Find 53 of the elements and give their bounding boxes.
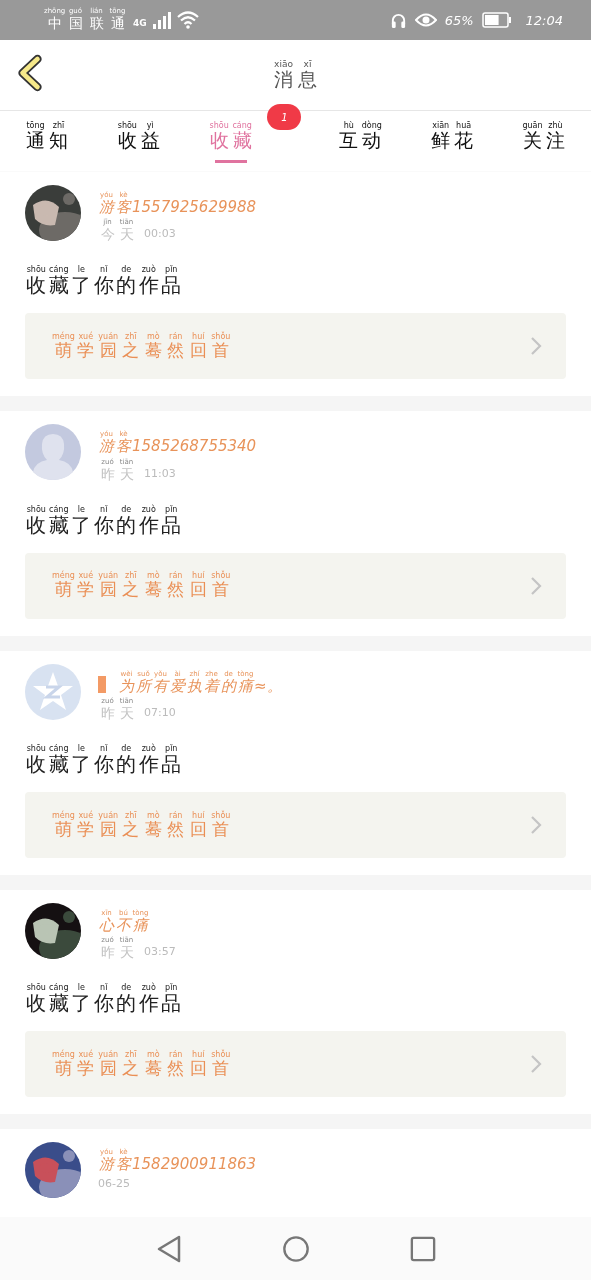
- headphones-icon: [389, 11, 407, 29]
- message-time: 06-25: [98, 1176, 130, 1190]
- day-label: 昨天: [99, 465, 135, 482]
- pinyin-line: xiāo xī: [273, 59, 313, 69]
- work-link[interactable]: méng xué yuán zhī mò rán huí shǒu 萌学园之蓦然回首: [25, 313, 566, 380]
- chevron-icon: [530, 336, 542, 357]
- tab[interactable]: tōng zhī 通知: [20, 111, 74, 171]
- pinyin-line: shōu cáng le nǐ de zuò pǐn: [25, 265, 179, 275]
- pinyin-line: shōu cáng le nǐ de zuò pǐn: [25, 504, 179, 514]
- user-name[interactable]: 为所有爱执着的痛≈。: [118, 677, 282, 695]
- signal-icon: [151, 11, 172, 29]
- network-type: 4G: [133, 18, 147, 29]
- wifi-icon: [176, 11, 199, 29]
- tab[interactable]: xiān huā 鲜花: [425, 111, 480, 171]
- message-time: 03:57: [144, 945, 176, 959]
- count-badge: 1: [267, 104, 302, 130]
- home-icon[interactable]: [281, 1234, 310, 1263]
- message-text: 收藏了你的作品: [25, 992, 183, 1016]
- work-link[interactable]: méng xué yuán zhī mò rán huí shǒu 萌学园之蓦然回首: [25, 552, 566, 619]
- tab[interactable]: guān zhù 关注: [516, 111, 571, 171]
- user-name[interactable]: 游客1557925629988: [98, 199, 257, 217]
- message-time: 11:03: [144, 466, 176, 480]
- message-time: 07:10: [144, 706, 176, 720]
- user-name[interactable]: 游客1585268755340: [98, 438, 257, 456]
- message-time: 00:03: [144, 227, 176, 241]
- battery-icon: [481, 12, 512, 28]
- day-label: 今天: [99, 226, 135, 243]
- message-text: 收藏了你的作品: [25, 753, 183, 777]
- chevron-icon: [530, 1054, 542, 1075]
- day-label: 昨天: [99, 944, 135, 961]
- recent-apps-icon[interactable]: [409, 1235, 436, 1262]
- user-name[interactable]: 游客1582900911863: [98, 1156, 257, 1174]
- chevron-icon: [530, 815, 542, 836]
- message-text: 收藏了你的作品: [25, 513, 183, 537]
- eye-icon: [414, 12, 437, 28]
- work-link[interactable]: méng xué yuán zhī mò rán huí shǒu 萌学园之蓦然回首: [25, 1031, 566, 1098]
- clock-time: 12:04: [525, 12, 563, 28]
- battery-percent: 65%: [444, 12, 474, 28]
- tab[interactable]: shōu cáng 收藏: [203, 111, 258, 171]
- tab[interactable]: hù dòng 互动: [333, 111, 388, 171]
- page-title: 消息: [273, 68, 318, 91]
- tab[interactable]: shōu yì 收益: [111, 111, 166, 171]
- tag-icon: [98, 675, 106, 693]
- avatar-icon: [25, 424, 81, 481]
- back-icon[interactable]: [155, 1233, 182, 1264]
- carrier-name: 中国联通: [46, 15, 126, 32]
- pinyin-line: shōu cáng le nǐ de zuò pǐn: [25, 983, 179, 993]
- chevron-icon: [530, 575, 542, 596]
- user-name[interactable]: 心不痛: [98, 917, 149, 935]
- pinyin-line: shōu cáng le nǐ de zuò pǐn: [25, 744, 179, 754]
- work-link[interactable]: méng xué yuán zhī mò rán huí shǒu 萌学园之蓦然回首: [25, 792, 566, 859]
- message-text: 收藏了你的作品: [25, 274, 183, 298]
- day-label: 昨天: [99, 704, 135, 722]
